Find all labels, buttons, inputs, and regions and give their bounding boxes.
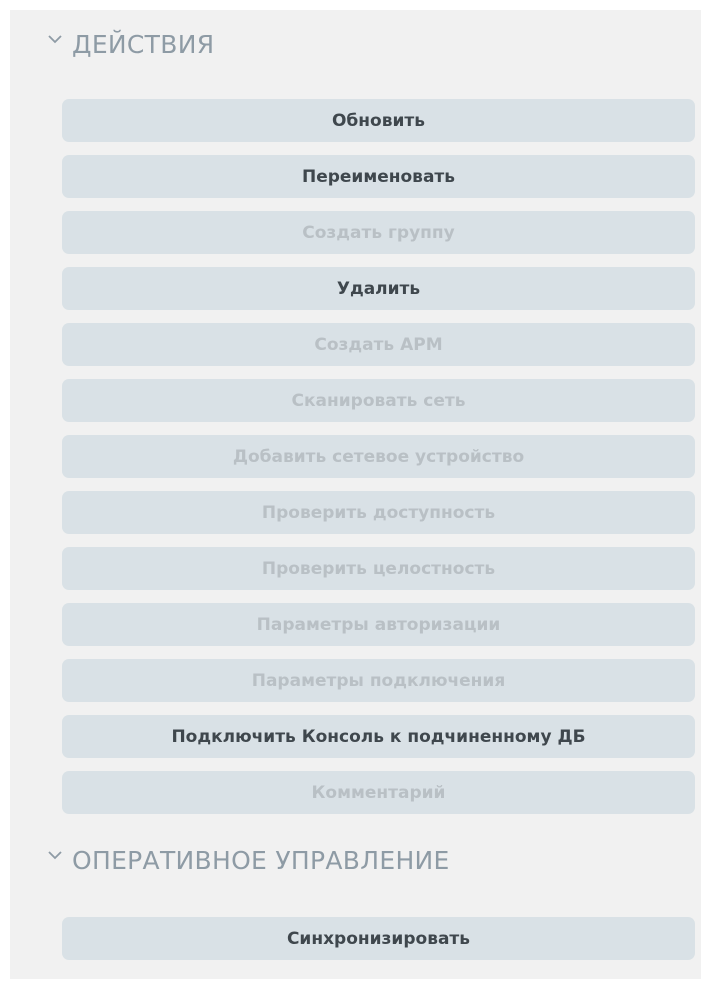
check-availability-button[interactable]: Проверить доступность (62, 491, 695, 534)
check-integrity-button[interactable]: Проверить целостность (62, 547, 695, 590)
connection-settings-button[interactable]: Параметры подключения (62, 659, 695, 702)
actions-panel: ДЕЙСТВИЯ Обновить Переименовать Создать … (10, 10, 701, 979)
section-title: ОПЕРАТИВНОЕ УПРАВЛЕНИЕ (72, 845, 450, 875)
scan-network-button[interactable]: Сканировать сеть (62, 379, 695, 422)
section-title: ДЕЙСТВИЯ (72, 29, 215, 59)
create-arm-button[interactable]: Создать АРМ (62, 323, 695, 366)
chevron-down-icon (48, 851, 62, 863)
refresh-button[interactable]: Обновить (62, 99, 695, 142)
comment-button[interactable]: Комментарий (62, 771, 695, 814)
connect-console-button[interactable]: Подключить Консоль к подчиненному ДБ (62, 715, 695, 758)
section-header-operational-control[interactable]: ОПЕРАТИВНОЕ УПРАВЛЕНИЕ (48, 840, 450, 880)
create-group-button[interactable]: Создать группу (62, 211, 695, 254)
auth-settings-button[interactable]: Параметры авторизации (62, 603, 695, 646)
section-header-actions[interactable]: ДЕЙСТВИЯ (48, 24, 214, 64)
chevron-down-icon (48, 35, 62, 47)
synchronize-button[interactable]: Синхронизировать (62, 917, 695, 960)
rename-button[interactable]: Переименовать (62, 155, 695, 198)
add-network-device-button[interactable]: Добавить сетевое устройство (62, 435, 695, 478)
delete-button[interactable]: Удалить (62, 267, 695, 310)
